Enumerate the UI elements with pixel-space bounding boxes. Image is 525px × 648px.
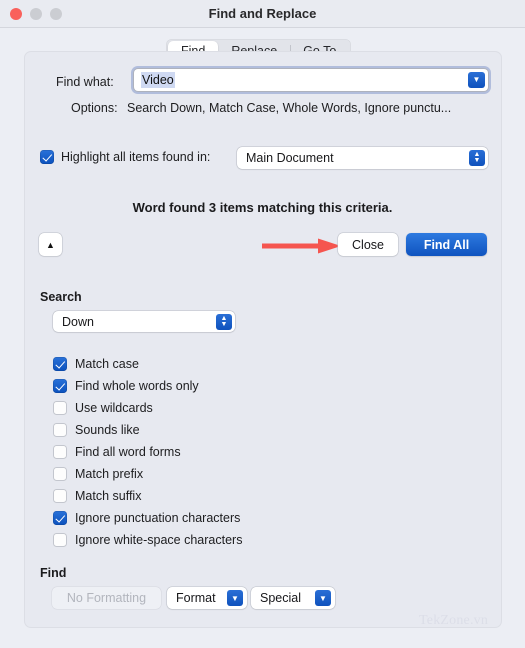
up-down-chevron-icon[interactable]: ▲ ▼ bbox=[216, 313, 232, 330]
match-suffix-label: Match suffix bbox=[75, 489, 142, 503]
checkbox-row-ignore-white-space-characters[interactable]: Ignore white-space characters bbox=[53, 529, 242, 551]
options-label: Options: bbox=[71, 101, 118, 115]
checkbox-row-match-suffix[interactable]: Match suffix bbox=[53, 485, 242, 507]
no-formatting-button[interactable]: No Formatting bbox=[52, 587, 161, 609]
options-summary-text: Search Down, Match Case, Whole Words, Ig… bbox=[127, 101, 452, 115]
search-direction-popup[interactable]: Down ▲ ▼ bbox=[53, 311, 235, 332]
ignore-white-space-characters-label: Ignore white-space characters bbox=[75, 533, 243, 547]
format-button[interactable]: Format ▼ bbox=[167, 587, 247, 609]
special-button-label: Special bbox=[260, 591, 301, 605]
find-section-heading: Find bbox=[40, 566, 67, 580]
highlight-all-label: Highlight all items found in: bbox=[61, 150, 211, 164]
checkbox-row-find-whole-words-only[interactable]: Find whole words only bbox=[53, 375, 242, 397]
search-options-list: Match case Find whole words only Use wil… bbox=[53, 353, 242, 551]
search-result-message: Word found 3 items matching this criteri… bbox=[132, 200, 393, 215]
highlight-all-row: Highlight all items found in: bbox=[40, 150, 210, 164]
chevron-down-icon[interactable]: ▼ bbox=[227, 590, 243, 606]
highlight-all-checkbox[interactable] bbox=[40, 150, 54, 164]
chevron-up-icon: ▲ bbox=[46, 239, 55, 250]
ignore-punctuation-characters-checkbox[interactable] bbox=[53, 511, 67, 525]
find-whole-words-only-label: Find whole words only bbox=[75, 379, 199, 393]
format-button-label: Format bbox=[176, 591, 216, 605]
match-prefix-checkbox[interactable] bbox=[53, 467, 67, 481]
checkbox-row-sounds-like[interactable]: Sounds like bbox=[53, 419, 242, 441]
collapse-options-button[interactable]: ▲ bbox=[39, 233, 62, 256]
annotation-arrow-icon bbox=[262, 238, 341, 254]
match-case-checkbox[interactable] bbox=[53, 357, 67, 371]
match-suffix-checkbox[interactable] bbox=[53, 489, 67, 503]
sounds-like-checkbox[interactable] bbox=[53, 423, 67, 437]
up-down-chevron-icon[interactable]: ▲ ▼ bbox=[469, 150, 485, 166]
use-wildcards-checkbox[interactable] bbox=[53, 401, 67, 415]
search-direction-value: Down bbox=[62, 314, 94, 329]
find-what-input-value[interactable]: Video bbox=[141, 72, 175, 88]
ignore-punctuation-characters-label: Ignore punctuation characters bbox=[75, 511, 241, 525]
window-titlebar: Find and Replace bbox=[0, 0, 525, 28]
close-button[interactable]: Close bbox=[338, 233, 398, 256]
match-case-label: Match case bbox=[75, 357, 139, 371]
highlight-scope-popup[interactable]: Main Document ▲ ▼ bbox=[237, 147, 488, 169]
special-button[interactable]: Special ▼ bbox=[251, 587, 335, 609]
checkbox-row-match-prefix[interactable]: Match prefix bbox=[53, 463, 242, 485]
match-prefix-label: Match prefix bbox=[75, 467, 144, 481]
checkbox-row-match-case[interactable]: Match case bbox=[53, 353, 242, 375]
use-wildcards-label: Use wildcards bbox=[75, 401, 153, 415]
checkbox-row-find-all-word-forms[interactable]: Find all word forms bbox=[53, 441, 242, 463]
find-what-label: Find what: bbox=[56, 75, 114, 89]
find-all-word-forms-label: Find all word forms bbox=[75, 445, 181, 459]
watermark-text: TekZone.vn bbox=[419, 613, 489, 628]
highlight-scope-value: Main Document bbox=[246, 151, 334, 165]
find-all-button[interactable]: Find All bbox=[406, 233, 487, 256]
checkbox-row-ignore-punctuation-characters[interactable]: Ignore punctuation characters bbox=[53, 507, 242, 529]
checkbox-row-use-wildcards[interactable]: Use wildcards bbox=[53, 397, 242, 419]
find-whole-words-only-checkbox[interactable] bbox=[53, 379, 67, 393]
sounds-like-label: Sounds like bbox=[75, 423, 140, 437]
find-what-combobox[interactable]: Video ▼ bbox=[134, 69, 488, 91]
chevron-down-icon[interactable]: ▼ bbox=[468, 72, 485, 88]
chevron-down-icon[interactable]: ▼ bbox=[315, 590, 331, 606]
ignore-white-space-characters-checkbox[interactable] bbox=[53, 533, 67, 547]
find-all-word-forms-checkbox[interactable] bbox=[53, 445, 67, 459]
window-title: Find and Replace bbox=[208, 6, 317, 21]
search-section-heading: Search bbox=[40, 290, 82, 304]
